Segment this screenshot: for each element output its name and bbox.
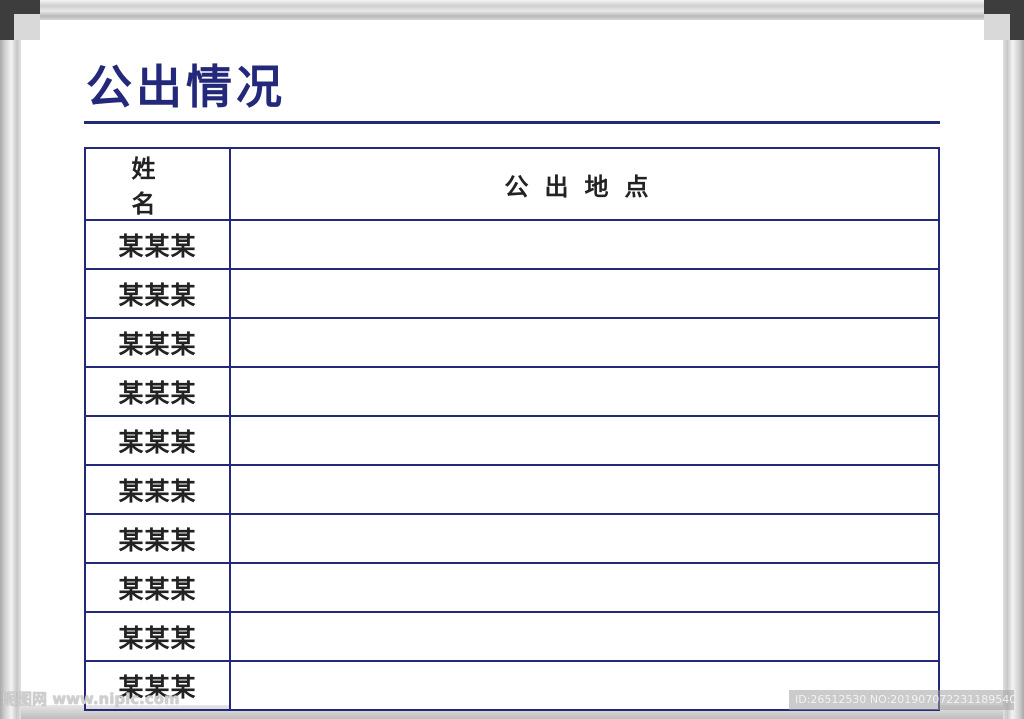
name-cell: 某某某 (84, 513, 231, 564)
whiteboard-frame-right (1003, 0, 1024, 719)
name-cell: 某某某 (84, 415, 231, 466)
watermark-site: 昵图网 www.nipic.com (2, 690, 180, 708)
header-name: 姓 名 (84, 147, 231, 221)
place-cell[interactable] (229, 562, 940, 613)
name-cell: 某某某 (84, 268, 231, 319)
table-row: 某某某 (84, 611, 940, 662)
outing-table: 姓 名 公出地点 某某某 某某某 某某某 某某某 某某某 某某某 某某某 某某某… (84, 147, 940, 711)
name-cell: 某某某 (84, 219, 231, 270)
place-cell[interactable] (229, 219, 940, 270)
frame-corner-top-left (0, 0, 40, 40)
whiteboard-frame-left (0, 0, 21, 719)
name-cell: 某某某 (84, 464, 231, 515)
place-cell[interactable] (229, 317, 940, 368)
watermark-id: ID:26512530 NO:20190707223118954000 (789, 690, 1014, 710)
table-row: 某某某 (84, 415, 940, 466)
table-row: 某某某 (84, 317, 940, 368)
name-cell: 某某某 (84, 611, 231, 662)
table-row: 某某某 (84, 513, 940, 564)
place-cell[interactable] (229, 366, 940, 417)
whiteboard-frame-top (0, 0, 1024, 20)
table-row: 某某某 (84, 366, 940, 417)
place-cell[interactable] (229, 268, 940, 319)
place-cell[interactable] (229, 415, 940, 466)
table-header-row: 姓 名 公出地点 (84, 147, 940, 221)
place-cell[interactable] (229, 513, 940, 564)
table-row: 某某某 (84, 268, 940, 319)
board-title: 公出情况 (86, 60, 286, 114)
name-cell: 某某某 (84, 562, 231, 613)
table-row: 某某某 (84, 562, 940, 613)
place-cell[interactable] (229, 611, 940, 662)
name-cell: 某某某 (84, 366, 231, 417)
table-row: 某某某 (84, 219, 940, 270)
title-underline (84, 121, 940, 124)
frame-corner-top-right (984, 0, 1024, 40)
table-row: 某某某 (84, 464, 940, 515)
place-cell[interactable] (229, 464, 940, 515)
name-cell: 某某某 (84, 317, 231, 368)
header-place: 公出地点 (229, 147, 940, 221)
